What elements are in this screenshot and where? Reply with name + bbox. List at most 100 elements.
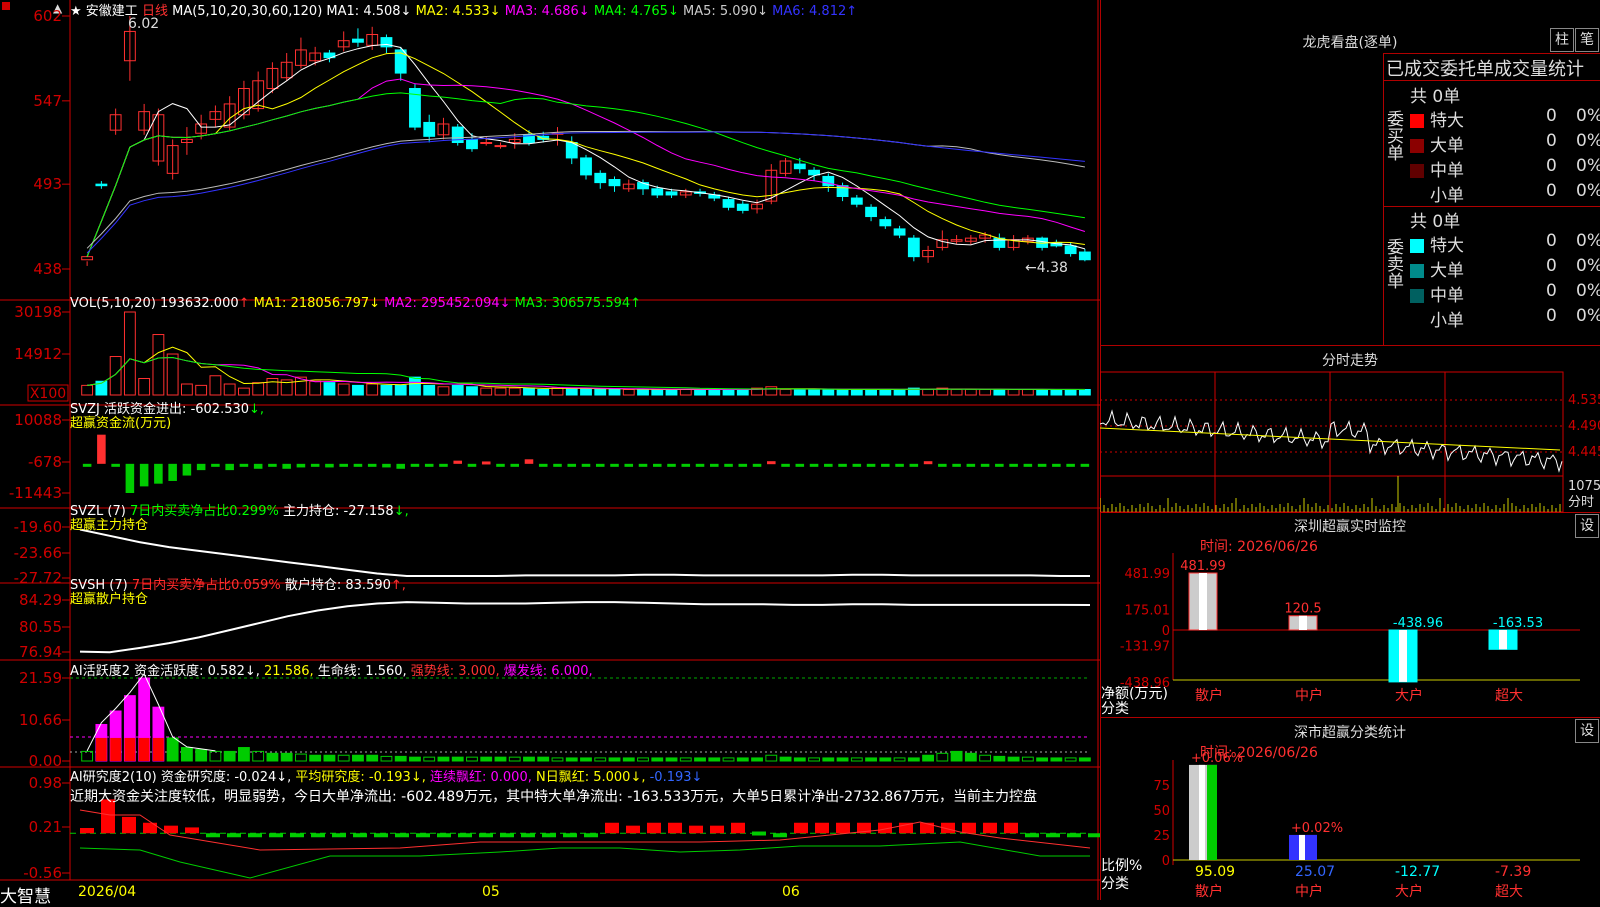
research-bar	[731, 822, 745, 834]
fund-flow-bar	[624, 463, 634, 467]
intraday-axis-label: 4.445	[1568, 445, 1600, 460]
ma-value-3: MA3: 4.686↓	[504, 4, 594, 19]
svsh-tick-label: 84.29	[19, 591, 62, 609]
volume-bar	[380, 384, 393, 396]
fund-flow-bar	[724, 463, 733, 467]
fund-flow-bar	[652, 463, 662, 467]
ai-active-item-1: 资金活跃度: 0.582↓,	[134, 664, 265, 679]
volume-bar	[608, 389, 621, 396]
volume-bar	[765, 386, 778, 396]
monitor-value-label: 120.5	[1284, 602, 1321, 617]
activity-bar	[793, 757, 806, 762]
research-bar	[647, 822, 661, 834]
period-label[interactable]: 日线	[142, 4, 168, 19]
svzj-value: -602.530	[190, 402, 250, 417]
fund-flow-bar	[667, 463, 676, 467]
activity-bar-base	[124, 737, 136, 761]
volume-bar	[922, 389, 935, 396]
class-category-label: 散户	[1195, 883, 1223, 900]
research-bar	[962, 822, 976, 834]
activity-bar	[651, 757, 664, 762]
fund-flow-bar	[524, 459, 534, 464]
research-bar	[374, 833, 388, 838]
activity-bar	[1036, 757, 1049, 762]
class-bar-highlight	[1299, 834, 1305, 860]
activity-bar	[252, 750, 265, 762]
volume-bar	[266, 378, 279, 396]
ma-value-4: MA4: 4.765↓	[593, 4, 683, 19]
svsh-note: 7日内买卖净占比0.059%	[131, 578, 281, 593]
stock-name[interactable]: 安徽建工	[86, 4, 138, 19]
fund-flow-bar	[852, 463, 862, 467]
candle-body	[736, 203, 749, 211]
fund-flow-bar	[396, 463, 405, 469]
volume-bar	[1050, 389, 1063, 396]
fund-flow-bar	[952, 463, 961, 467]
research-bar	[143, 822, 157, 834]
fund-flow-bar	[225, 463, 234, 471]
ai-research-item-3: 连续飘红: 0.000,	[429, 770, 536, 785]
ma-line-1	[86, 43, 1086, 257]
fund-flow-bar	[253, 463, 263, 469]
ai-active-item-5: 爆发线: 6.000,	[503, 664, 593, 679]
volume-bar	[594, 389, 607, 396]
fund-flow-bar	[838, 463, 847, 467]
volume-bar	[964, 389, 977, 396]
intraday-price-line	[1100, 409, 1563, 473]
activity-bar	[237, 747, 250, 762]
monitor-bar-highlight	[1499, 630, 1507, 650]
activity-bar	[736, 757, 749, 762]
volume-bar	[565, 387, 578, 396]
ma-value-1: MA1: 4.508↓	[326, 4, 416, 19]
activity-bar	[1078, 757, 1091, 762]
activity-bar	[751, 757, 763, 762]
volume-bar	[81, 384, 94, 396]
activity-bar	[195, 748, 208, 762]
activity-bar-base	[152, 737, 164, 761]
volume-bar	[665, 389, 678, 396]
volume-bar	[622, 389, 635, 396]
research-bar	[752, 831, 766, 836]
research-bar	[542, 833, 556, 838]
candle-body	[608, 179, 621, 187]
volume-bar	[494, 387, 507, 396]
activity-bar	[879, 757, 892, 762]
candle-body	[423, 121, 436, 137]
volume-bar	[679, 389, 692, 396]
svzl-tick-label: -27.72	[14, 569, 62, 587]
candle-body	[879, 219, 892, 227]
svzj-subtitle: 超赢资金流(万元)	[70, 416, 172, 431]
research-bar	[332, 833, 346, 838]
fund-flow-bar	[553, 463, 562, 467]
activity-bar	[865, 757, 877, 762]
ai-research-header: AI研究度2(10) 资金研究度: -0.024↓, 平均研究度: -0.193…	[70, 766, 702, 785]
fund-flow-bar	[282, 463, 291, 469]
activity-bar	[964, 752, 977, 762]
svsh-label: 散户持仓:	[284, 578, 342, 593]
candle-body	[466, 138, 478, 150]
research-bar	[626, 825, 640, 834]
candle-body	[651, 188, 664, 196]
ai-active-items: 资金活跃度: 0.582↓, 21.586, 生命线: 1.560, 强势线: …	[134, 664, 593, 679]
ai-research-tick-label: 0.21	[29, 818, 62, 836]
research-bar	[227, 833, 241, 838]
activity-bar	[466, 756, 478, 762]
star-icon: ★	[70, 4, 82, 19]
activity-bar	[608, 757, 621, 762]
fund-flow-bar	[1080, 463, 1090, 467]
ai-research-title: AI研究度2(10)	[70, 770, 157, 785]
research-bar	[269, 833, 283, 838]
fund-flow-bar	[182, 463, 192, 476]
svsh-value: 83.590	[345, 578, 391, 593]
svzj-tick-label: 10088	[14, 411, 62, 429]
svzj-tick-label: -678	[28, 453, 62, 471]
research-bar	[479, 833, 493, 838]
candle-body	[95, 183, 108, 187]
research-bar	[710, 825, 724, 834]
vol-ma-values: MA1: 218056.797↓ MA2: 295452.094↓ MA3: 3…	[254, 296, 641, 311]
fund-flow-bar	[439, 463, 448, 467]
ma-label: MA(5,10,20,30,60,120)	[172, 4, 323, 19]
research-bar	[500, 833, 514, 838]
vol-value: 193632.000	[160, 296, 239, 311]
fund-flow-bar	[681, 463, 691, 467]
